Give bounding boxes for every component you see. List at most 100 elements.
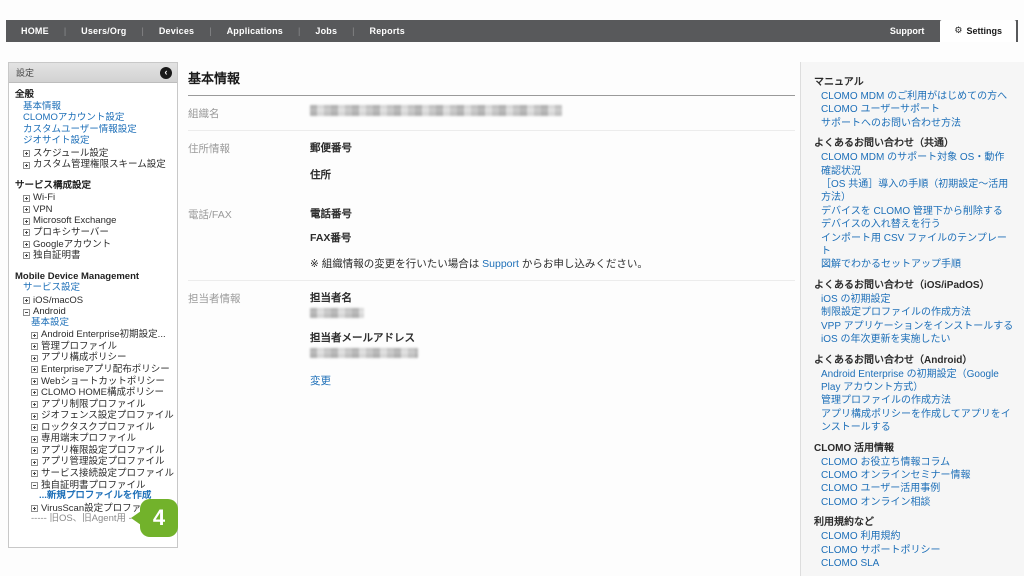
expand-plus-icon[interactable] [31, 343, 38, 350]
expand-plus-icon[interactable] [31, 424, 38, 431]
nav-support[interactable]: Support [874, 20, 941, 42]
postal-code-label: 郵便番号 [310, 140, 795, 155]
expand-plus-icon[interactable] [31, 447, 38, 454]
tree-item[interactable]: Android [9, 305, 175, 317]
expand-plus-icon[interactable] [31, 401, 38, 408]
help-link[interactable]: CLOMO ユーザーサポート [814, 103, 1014, 116]
collapse-minus-icon[interactable] [23, 309, 30, 316]
tree-item[interactable]: ジオフェンス設定プロファイル [9, 409, 175, 421]
help-link[interactable]: デバイスの入れ替えを行う [814, 218, 1014, 231]
expand-plus-icon[interactable] [31, 470, 38, 477]
expand-plus-icon[interactable] [23, 162, 30, 169]
step-annotation-balloon: 4 [140, 499, 178, 537]
expand-plus-icon[interactable] [31, 355, 38, 362]
tree-item[interactable]: プロキシサーバー [9, 226, 175, 238]
nav-item-reports[interactable]: Reports [355, 20, 420, 42]
help-link[interactable]: ［OS 共通］導入の手順（初期設定～活用方法） [814, 178, 1014, 205]
tree-item[interactable]: Googleアカウント [9, 238, 175, 250]
help-link[interactable]: CLOMO 利用規約 [814, 530, 1014, 543]
expand-plus-icon[interactable] [31, 459, 38, 466]
help-link[interactable]: 図解でわかるセットアップ手順 [814, 258, 1014, 271]
tree-item[interactable]: アプリ構成ポリシー [9, 351, 175, 363]
tree-item[interactable]: CLOMOアカウント設定 [9, 112, 175, 124]
tree-item-label: Wi-Fi [33, 192, 55, 203]
expand-plus-icon[interactable] [23, 218, 30, 225]
address-row: 住所情報 郵便番号 住所 [188, 131, 795, 197]
help-link[interactable]: アプリ構成ポリシーを作成してアプリをインストールする [814, 408, 1014, 435]
tree-item[interactable]: スケジュール設定 [9, 147, 175, 159]
tree-item[interactable]: VPN [9, 203, 175, 215]
tree-item-label: Android [33, 306, 66, 317]
help-link[interactable]: CLOMO オンライン相談 [814, 496, 1014, 509]
help-link[interactable]: VPP アプリケーションをインストールする [814, 320, 1014, 333]
tree-item[interactable]: サービス設定 [9, 282, 175, 294]
help-link[interactable]: CLOMO MDM のご利用がはじめての方へ [814, 90, 1014, 103]
expand-plus-icon[interactable] [31, 389, 38, 396]
help-link[interactable]: Android Enterprise の初期設定（Google Play アカウ… [814, 368, 1014, 395]
expand-plus-icon[interactable] [31, 366, 38, 373]
tree-item-label: Enterpriseアプリ配布ポリシー [41, 364, 170, 375]
tree-item[interactable]: アプリ管理設定プロファイル [9, 455, 175, 467]
help-link[interactable]: サポートへのお問い合わせ方法 [814, 117, 1014, 130]
contact-row: 担当者情報 担当者名 担当者メールアドレス 変更 [188, 280, 795, 397]
tree-item[interactable]: サービス接続設定プロファイル [9, 467, 175, 479]
expand-plus-icon[interactable] [23, 241, 30, 248]
sidebar-collapse-icon[interactable]: ‹ [160, 67, 172, 79]
nav-item-users-org[interactable]: Users/Org [66, 20, 141, 42]
help-link[interactable]: iOS の初期設定 [814, 293, 1014, 306]
tree-item[interactable]: 独自証明書プロファイル [9, 479, 175, 491]
help-link[interactable]: CLOMO MDM のサポート対象 OS・動作確認状況 [814, 151, 1014, 178]
help-link[interactable]: CLOMO オンラインセミナー情報 [814, 469, 1014, 482]
expand-plus-icon[interactable] [31, 436, 38, 443]
expand-plus-icon[interactable] [23, 150, 30, 157]
tree-item[interactable]: カスタムユーザー情報設定 [9, 124, 175, 136]
tree-item[interactable]: カスタム管理権限スキーム設定 [9, 158, 175, 170]
nav-item-devices[interactable]: Devices [144, 20, 209, 42]
help-link[interactable]: 管理プロファイルの作成方法 [814, 394, 1014, 407]
collapse-minus-icon[interactable] [31, 482, 38, 489]
balloon-tail-icon [131, 511, 141, 525]
expand-plus-icon[interactable] [23, 206, 30, 213]
tree-item[interactable]: CLOMO HOME構成ポリシー [9, 386, 175, 398]
tree-item[interactable]: Enterpriseアプリ配布ポリシー [9, 363, 175, 375]
expand-plus-icon[interactable] [23, 195, 30, 202]
nav-right: Support ⚙ Settings [874, 20, 1018, 42]
help-link[interactable]: 制限設定プロファイルの作成方法 [814, 306, 1014, 319]
tree-item[interactable]: アプリ制限プロファイル [9, 398, 175, 410]
tree-item[interactable]: Android Enterprise初期設定... [9, 328, 175, 340]
tree-item[interactable]: iOS/macOS [9, 294, 175, 306]
help-link[interactable]: CLOMO サポートポリシー [814, 544, 1014, 557]
help-link[interactable]: CLOMO SLA [814, 557, 1014, 570]
expand-plus-icon[interactable] [23, 229, 30, 236]
telfax-label: 電話/FAX [188, 206, 310, 271]
tree-item[interactable]: Microsoft Exchange [9, 214, 175, 226]
tree-item[interactable]: 基本設定 [9, 317, 175, 329]
tree-item[interactable]: アプリ権限設定プロファイル [9, 444, 175, 456]
help-link[interactable]: デバイスを CLOMO 管理下から削除する [814, 205, 1014, 218]
support-link[interactable]: Support [482, 258, 519, 270]
tree-item[interactable]: Wi-Fi [9, 191, 175, 203]
tree-item[interactable]: 専用端末プロファイル [9, 432, 175, 444]
nav-item-home[interactable]: HOME [6, 20, 64, 42]
expand-plus-icon[interactable] [31, 332, 38, 339]
tree-item[interactable]: 管理プロファイル [9, 340, 175, 352]
help-link[interactable]: iOS の年次更新を実施したい [814, 333, 1014, 346]
expand-plus-icon[interactable] [31, 413, 38, 420]
tree-item[interactable]: 独自証明書 [9, 249, 175, 261]
help-link[interactable]: CLOMO お役立ち情報コラム [814, 456, 1014, 469]
tree-item[interactable]: 基本情報 [9, 101, 175, 113]
expand-plus-icon[interactable] [23, 252, 30, 259]
change-link[interactable]: 変更 [310, 375, 331, 387]
nav-item-applications[interactable]: Applications [212, 20, 298, 42]
contact-mail-label: 担当者メールアドレス [310, 330, 795, 345]
tree-item[interactable]: Webショートカットポリシー [9, 375, 175, 387]
tree-item[interactable]: ロックタスクプロファイル [9, 421, 175, 433]
help-link[interactable]: インポート用 CSV ファイルのテンプレート [814, 232, 1014, 259]
expand-plus-icon[interactable] [31, 378, 38, 385]
nav-settings-tab[interactable]: ⚙ Settings [940, 20, 1016, 42]
expand-plus-icon[interactable] [31, 505, 38, 512]
tree-item[interactable]: ジオサイト設定 [9, 135, 175, 147]
help-link[interactable]: CLOMO ユーザー活用事例 [814, 482, 1014, 495]
nav-item-jobs[interactable]: Jobs [300, 20, 352, 42]
expand-plus-icon[interactable] [23, 297, 30, 304]
